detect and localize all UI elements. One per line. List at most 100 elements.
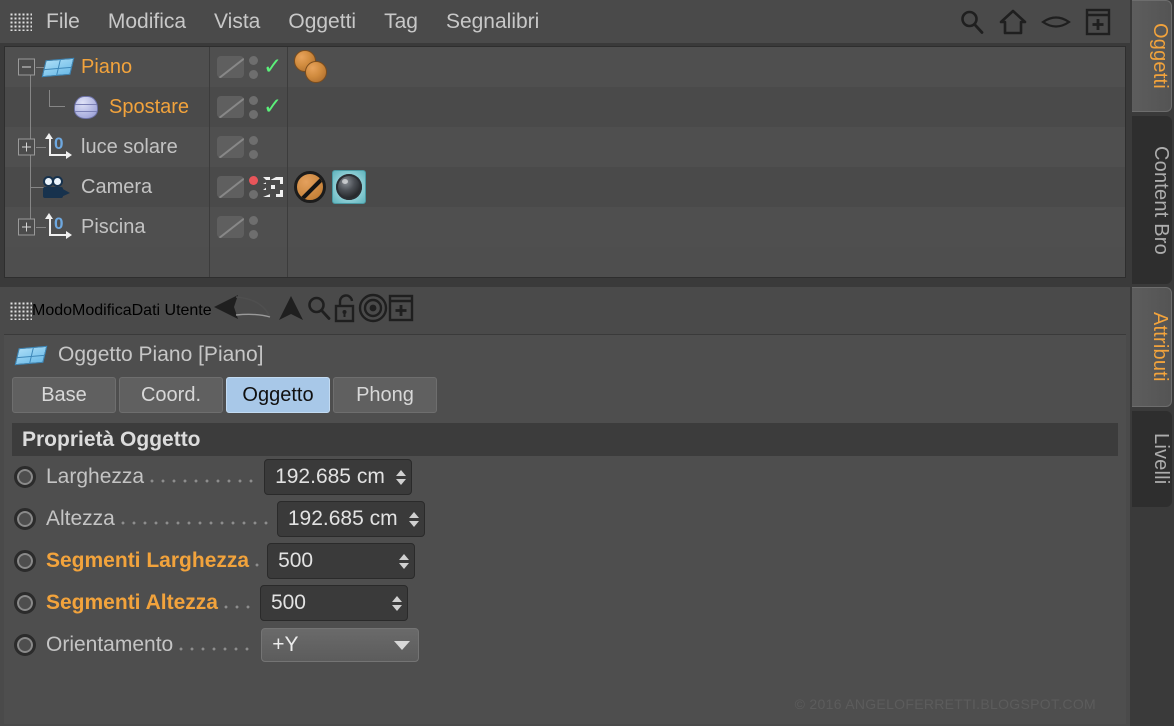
tree-item-label[interactable]: Spostare (109, 96, 189, 119)
orientamento-select[interactable]: +Y (261, 628, 420, 662)
menu-item-vista[interactable]: Vista (200, 6, 274, 38)
expander-plus-icon[interactable] (18, 218, 35, 236)
object-tags[interactable] (288, 167, 1125, 207)
visibility-dot-editor[interactable] (249, 95, 258, 105)
expander-plus-icon[interactable] (18, 138, 35, 156)
camera-lens-tag-icon[interactable] (332, 170, 366, 204)
property-row-segmenti-larghezza[interactable]: Segmenti Larghezza 500 (4, 540, 1126, 582)
menu-item-modifica[interactable]: Modifica (72, 302, 132, 320)
menu-item-dati-utente[interactable]: Dati Utente (132, 302, 212, 320)
panel-grip-icon[interactable] (10, 12, 32, 31)
home-icon[interactable] (999, 9, 1027, 35)
unlock-icon[interactable] (332, 293, 358, 328)
search-icon[interactable] (306, 295, 332, 326)
tab-livelli[interactable]: Livelli (1132, 411, 1172, 507)
visibility-dots[interactable] (249, 175, 258, 199)
enabled-check-icon[interactable]: ✓ (263, 55, 282, 79)
eye-icon[interactable] (1041, 12, 1071, 32)
visibility-controls[interactable] (210, 207, 288, 247)
tree-row-name-piano[interactable]: Piano (5, 47, 210, 87)
visibility-controls[interactable] (210, 167, 288, 207)
menu-item-tag[interactable]: Tag (370, 6, 432, 38)
altezza-input[interactable]: 192.685 cm (276, 501, 425, 537)
property-bullet-icon[interactable] (14, 466, 36, 488)
visibility-dot-editor[interactable] (249, 135, 258, 145)
menu-item-modo[interactable]: Modo (32, 302, 72, 320)
tree-item-label[interactable]: Camera (81, 176, 152, 199)
chevron-down-icon[interactable] (394, 640, 411, 650)
tree-row-name-luce-solare[interactable]: 0 luce solare (5, 127, 210, 167)
property-row-altezza[interactable]: Altezza 192.685 cm (4, 498, 1126, 540)
layer-slash-icon[interactable] (217, 136, 244, 158)
larghezza-input[interactable]: 192.685 cm (264, 459, 413, 495)
segmenti-altezza-stepper[interactable] (391, 595, 403, 611)
property-bullet-icon[interactable] (14, 634, 36, 656)
property-bullet-icon[interactable] (14, 550, 36, 572)
property-bullet-icon[interactable] (14, 592, 36, 614)
larghezza-stepper[interactable] (395, 469, 407, 485)
expander-minus-icon[interactable] (18, 58, 35, 76)
tab-content-browser[interactable]: Content Bro (1132, 116, 1172, 284)
visibility-dot-render[interactable] (249, 189, 258, 199)
segmenti-larghezza-input[interactable]: 500 (267, 543, 416, 579)
property-row-orientamento[interactable]: Orientamento +Y (4, 624, 1126, 666)
camera-object-icon[interactable] (43, 174, 73, 200)
table-row[interactable]: Spostare ✓ (5, 87, 1125, 127)
visibility-dots[interactable] (249, 95, 258, 119)
menu-item-modifica[interactable]: Modifica (94, 6, 200, 38)
deformer-object-icon[interactable] (71, 94, 101, 120)
enabled-check-icon[interactable]: ✓ (263, 95, 282, 119)
search-icon[interactable] (959, 9, 985, 35)
visibility-dots[interactable] (249, 215, 258, 239)
tab-oggetto[interactable]: Oggetto (226, 377, 330, 413)
tree-row-name-camera[interactable]: Camera (5, 167, 210, 207)
visibility-dot-render[interactable] (249, 229, 258, 239)
prohibit-icon[interactable] (294, 171, 326, 203)
material-tags[interactable] (294, 49, 334, 85)
tree-item-label[interactable]: luce solare (81, 136, 178, 159)
attribute-tabs[interactable]: Base Coord. Oggetto Phong (4, 377, 1126, 413)
table-row[interactable]: 0 luce solare (5, 127, 1125, 167)
tab-oggetti[interactable]: Oggetti (1132, 0, 1172, 112)
material-sphere-icon[interactable] (305, 61, 327, 83)
layer-slash-icon[interactable] (217, 96, 244, 118)
null-axis-icon[interactable]: 0 (43, 133, 73, 160)
menu-item-segnalibri[interactable]: Segnalibri (432, 6, 553, 38)
visibility-dots[interactable] (249, 135, 258, 159)
visibility-dots[interactable] (249, 55, 258, 79)
tree-empty-area[interactable] (5, 247, 1125, 277)
add-box-icon[interactable] (388, 294, 414, 327)
table-row[interactable]: Camera (5, 167, 1125, 207)
visibility-dot-editor[interactable] (249, 215, 258, 225)
tree-item-label[interactable]: Piscina (81, 216, 145, 239)
tab-coord[interactable]: Coord. (119, 377, 223, 413)
tree-row-name-piscina[interactable]: 0 Piscina (5, 207, 210, 247)
property-row-segmenti-altezza[interactable]: Segmenti Altezza 500 (4, 582, 1126, 624)
tab-attributi[interactable]: Attributi (1132, 287, 1172, 407)
up-arrow-icon[interactable] (276, 293, 306, 328)
tab-base[interactable]: Base (12, 377, 116, 413)
table-row[interactable]: 0 Piscina (5, 207, 1125, 247)
property-bullet-icon[interactable] (14, 508, 36, 530)
tab-phong[interactable]: Phong (333, 377, 437, 413)
visibility-dot-render[interactable] (249, 69, 258, 79)
back-arrow-icon[interactable] (212, 293, 276, 328)
panel-grip-icon[interactable] (10, 301, 32, 320)
visibility-controls[interactable]: ✓ (210, 87, 288, 127)
layer-slash-icon[interactable] (217, 176, 244, 198)
visibility-controls[interactable] (210, 127, 288, 167)
target-icon[interactable] (358, 293, 388, 328)
visibility-dot-render[interactable] (249, 109, 258, 119)
object-tree[interactable]: Piano ✓ Spostare ✓ 0 luce solare Camera … (4, 46, 1126, 278)
layer-slash-icon[interactable] (217, 56, 244, 78)
visibility-dot-editor[interactable] (249, 175, 258, 185)
add-box-icon[interactable] (1085, 8, 1111, 36)
property-row-larghezza[interactable]: Larghezza 192.685 cm (4, 456, 1126, 498)
object-tags[interactable] (288, 47, 1125, 87)
altezza-stepper[interactable] (408, 511, 420, 527)
plane-object-icon[interactable] (41, 54, 75, 80)
segmenti-larghezza-stepper[interactable] (398, 553, 410, 569)
visibility-dot-render[interactable] (249, 149, 258, 159)
null-axis-icon[interactable]: 0 (43, 213, 73, 240)
menu-item-oggetti[interactable]: Oggetti (274, 6, 370, 38)
